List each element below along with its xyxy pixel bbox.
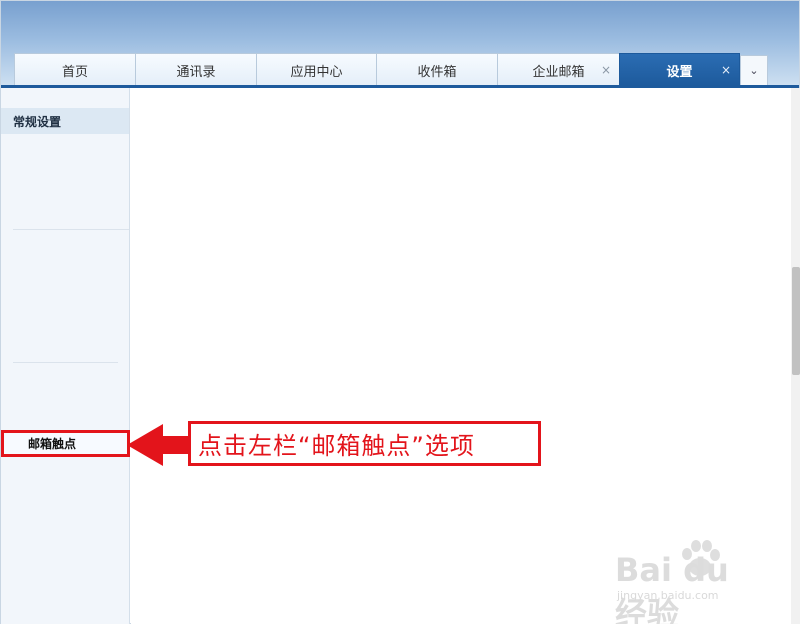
tab-contacts[interactable]: 通讯录 [135,53,257,86]
chevron-down-icon: ⌄ [749,64,759,77]
tab-label: 企业邮箱 [532,64,585,80]
sidebar-section-title: 常规设置 [13,114,62,129]
tab-strip: 首页 通讯录 应用中心 收件箱 企业邮箱 × 设置 × ⌄ [14,53,774,87]
watermark-brand: Bai du 经验 [615,551,729,624]
app-window: 首页 通讯录 应用中心 收件箱 企业邮箱 × 设置 × ⌄ 常规设置 邮箱触点 [0,0,800,624]
tab-overflow-button[interactable]: ⌄ [740,55,768,86]
annotation-callout: 点击左栏“邮箱触点”选项 [188,421,541,466]
tab-settings[interactable]: 设置 × [619,53,740,86]
tab-enterprise-mail[interactable]: 企业邮箱 × [497,53,620,86]
close-icon[interactable]: × [721,63,731,77]
tab-home[interactable]: 首页 [14,53,136,86]
tab-label: 设置 [666,64,693,80]
tab-app-center[interactable]: 应用中心 [256,53,377,86]
tab-label: 应用中心 [290,64,343,80]
tab-inbox[interactable]: 收件箱 [376,53,498,86]
tab-label: 收件箱 [417,64,457,80]
sidebar-item-mail-touchpoint[interactable]: 邮箱触点 [1,430,130,457]
tab-label: 通讯录 [176,64,216,80]
annotation-text: 点击左栏“邮箱触点”选项 [198,432,475,460]
divider [13,229,129,230]
watermark-url: jingyan.baidu.com [617,589,719,602]
watermark: Bai du 经验 jingyan.baidu.com [615,537,765,624]
scrollbar-thumb[interactable] [792,267,800,375]
arrow-left-icon [127,424,191,466]
sidebar: 常规设置 邮箱触点 [1,88,130,624]
sidebar-section-general[interactable]: 常规设置 [1,108,129,134]
sidebar-item-label: 邮箱触点 [28,437,77,451]
close-icon[interactable]: × [601,63,611,77]
tab-label: 首页 [61,64,88,80]
divider [13,362,118,363]
